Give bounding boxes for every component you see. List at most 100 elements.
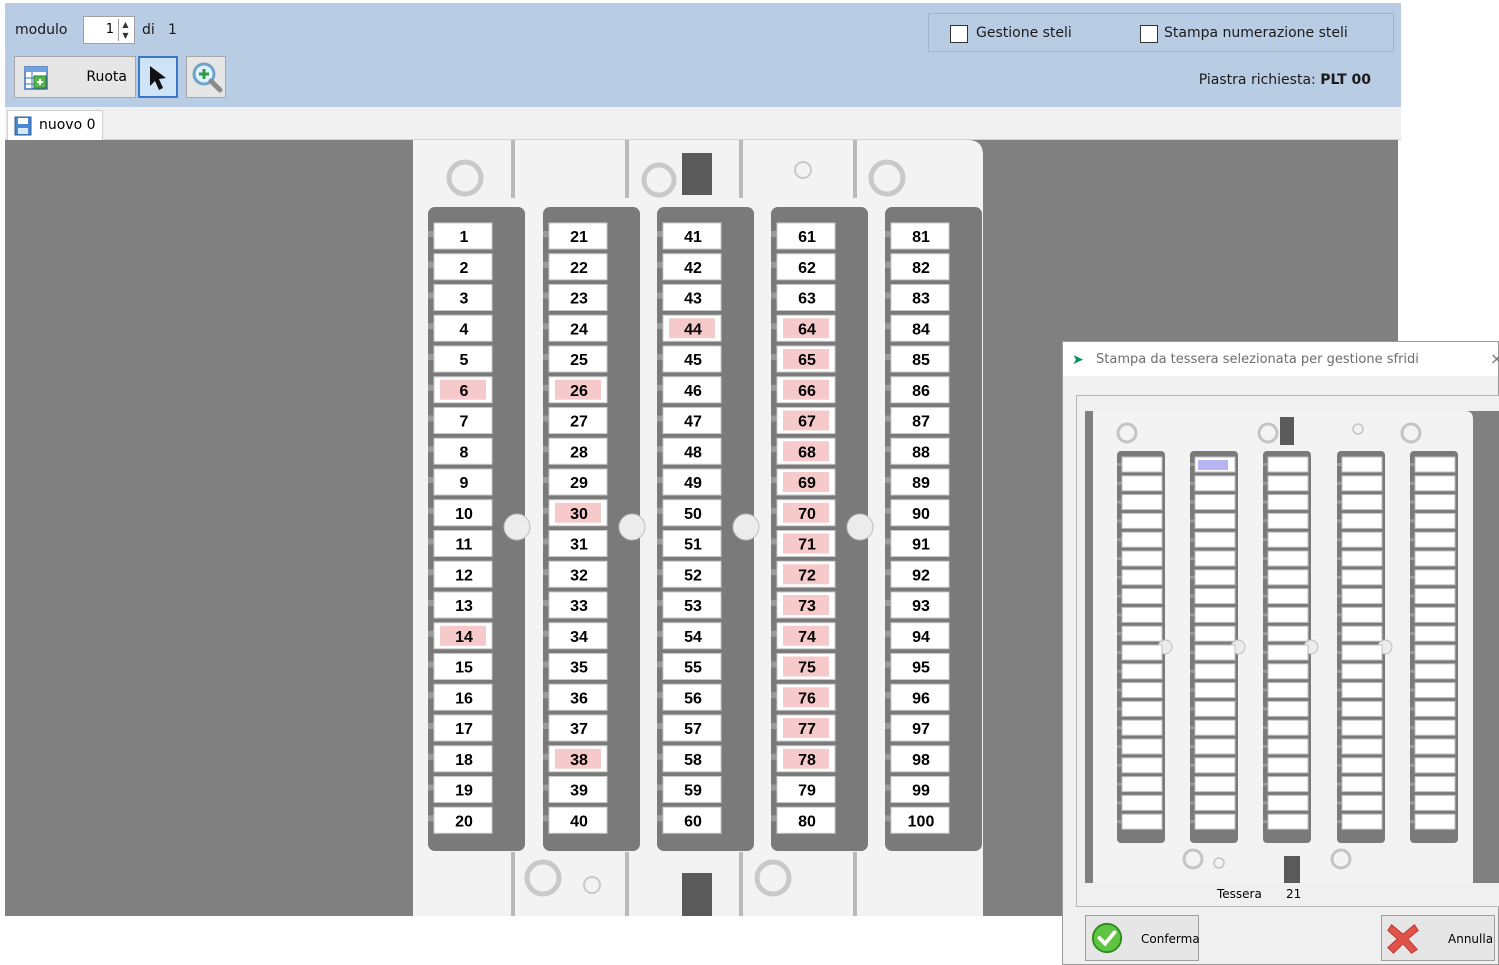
mini-tag-tile[interactable] (1341, 794, 1383, 811)
mini-tag-tile[interactable] (1121, 588, 1163, 605)
mini-tag-tile[interactable] (1414, 700, 1456, 717)
mini-tag-tile[interactable] (1341, 738, 1383, 755)
mini-tag-tile[interactable] (1414, 682, 1456, 699)
mini-tag-tile[interactable] (1121, 794, 1163, 811)
mini-tag-tile[interactable] (1341, 663, 1383, 680)
mini-tag-tile[interactable] (1267, 663, 1309, 680)
mini-tag-tile[interactable] (1341, 644, 1383, 661)
gestione-steli-checkbox[interactable] (950, 25, 968, 43)
mini-tag-tile[interactable] (1194, 531, 1236, 548)
cancel-button[interactable]: Annulla (1381, 915, 1495, 961)
mini-tag-tile[interactable] (1194, 550, 1236, 567)
mini-tag-tile[interactable] (1341, 475, 1383, 492)
mini-tag-tile[interactable] (1194, 625, 1236, 642)
mini-tag-tile[interactable] (1341, 588, 1383, 605)
mini-tag-tile[interactable] (1194, 794, 1236, 811)
mini-tag-tile[interactable] (1267, 682, 1309, 699)
mini-stem-column[interactable] (1410, 451, 1458, 843)
mini-tag-tile[interactable] (1414, 625, 1456, 642)
mini-tag-tile[interactable] (1121, 475, 1163, 492)
close-icon[interactable]: × (1490, 349, 1499, 368)
mini-tag-tile[interactable] (1414, 644, 1456, 661)
mini-tag-tile[interactable] (1267, 494, 1309, 511)
spinner-buttons[interactable]: ▲ ▼ (118, 19, 132, 41)
mini-tag-tile[interactable] (1267, 550, 1309, 567)
mini-tag-tile[interactable] (1121, 813, 1163, 830)
mini-tag-tile[interactable] (1267, 776, 1309, 793)
mini-tag-tile[interactable] (1194, 475, 1236, 492)
mini-tag-tile[interactable] (1341, 776, 1383, 793)
stem-column[interactable]: 81 82 83 84 85 86 87 88 89 90 91 92 93 94 95 96 97 98 99 10… (885, 207, 982, 851)
stampa-numerazione-checkbox[interactable] (1140, 25, 1158, 43)
mini-tag-tile[interactable] (1414, 794, 1456, 811)
mini-tag-tile[interactable] (1267, 738, 1309, 755)
mini-tag-tile[interactable] (1341, 550, 1383, 567)
mini-tag-tile[interactable] (1267, 757, 1309, 774)
mini-tag-tile[interactable] (1194, 776, 1236, 793)
mini-tag-tile[interactable] (1341, 682, 1383, 699)
mini-tag-tile[interactable] (1341, 700, 1383, 717)
mini-tag-tile[interactable] (1121, 494, 1163, 511)
stem-column[interactable]: 61 62 63 64 65 66 67 68 69 70 71 72 73 74 75 76 77 78 79 80 (771, 207, 874, 851)
mini-tag-tile[interactable] (1341, 719, 1383, 736)
stem-column[interactable]: 21 22 23 24 25 26 27 28 29 30 31 32 33 34 35 36 37 38 39 40 (543, 207, 646, 851)
mini-tag-tile[interactable] (1267, 700, 1309, 717)
mini-tag-tile[interactable] (1341, 813, 1383, 830)
mini-tag-tile[interactable] (1194, 682, 1236, 699)
mini-tag-tile[interactable] (1341, 456, 1383, 473)
mini-tag-tile[interactable] (1267, 475, 1309, 492)
mini-tag-tile[interactable] (1341, 569, 1383, 586)
mini-tag-tile[interactable] (1414, 776, 1456, 793)
mini-tag-tile[interactable] (1341, 512, 1383, 529)
mini-tag-tile[interactable] (1267, 569, 1309, 586)
modulo-value[interactable]: 1 (106, 22, 114, 37)
mini-tag-tile[interactable] (1267, 719, 1309, 736)
mini-tag-tile[interactable] (1194, 512, 1236, 529)
mini-tag-tile[interactable] (1121, 625, 1163, 642)
mini-tag-tile[interactable] (1341, 606, 1383, 623)
mini-tag-tile[interactable] (1341, 531, 1383, 548)
mini-tag-tile[interactable] (1341, 757, 1383, 774)
stampa-numerazione-label[interactable]: Stampa numerazione steli (1164, 25, 1348, 41)
mini-tag-tile[interactable] (1194, 719, 1236, 736)
mini-tag-tile[interactable] (1121, 700, 1163, 717)
mini-stem-column[interactable] (1337, 451, 1393, 843)
spinner-up-icon[interactable]: ▲ (119, 19, 132, 30)
mini-tag-tile[interactable] (1267, 813, 1309, 830)
mini-tag-tile[interactable] (1121, 644, 1163, 661)
mini-tag-tile[interactable] (1414, 663, 1456, 680)
stem-column[interactable]: 1234567891011121314151617181920 (428, 207, 531, 851)
mini-tag-tile[interactable] (1121, 719, 1163, 736)
mini-tag-tile[interactable] (1194, 569, 1236, 586)
mini-tag-tile[interactable] (1414, 813, 1456, 830)
mini-tag-tile[interactable] (1414, 456, 1456, 473)
mini-tag-tile[interactable] (1194, 700, 1236, 717)
mini-tag-tile[interactable] (1121, 606, 1163, 623)
zoom-tool-button[interactable] (186, 56, 226, 98)
mini-tag-tile[interactable] (1121, 569, 1163, 586)
mini-tag-tile[interactable] (1267, 456, 1309, 473)
mini-tag-tile[interactable] (1414, 494, 1456, 511)
mini-tag-tile[interactable] (1267, 512, 1309, 529)
mini-tag-tile[interactable] (1121, 738, 1163, 755)
mini-tag-tile[interactable] (1194, 757, 1236, 774)
mini-tag-tile[interactable] (1121, 682, 1163, 699)
mini-tag-tile[interactable] (1121, 663, 1163, 680)
mini-stem-column[interactable] (1190, 451, 1246, 843)
mini-tag-tile[interactable] (1121, 776, 1163, 793)
mini-tag-tile[interactable] (1414, 475, 1456, 492)
mini-tag-tile[interactable] (1414, 606, 1456, 623)
ruota-button[interactable]: Ruota (14, 56, 136, 98)
mini-tag-tile[interactable] (1194, 588, 1236, 605)
mini-tag-tile[interactable] (1267, 644, 1309, 661)
mini-tag-tile[interactable] (1194, 494, 1236, 511)
mini-tag-tile[interactable] (1194, 606, 1236, 623)
mini-tag-tile[interactable] (1121, 550, 1163, 567)
mini-tag-tile[interactable] (1267, 531, 1309, 548)
stem-column[interactable]: 41 42 43 44 45 46 47 48 49 50 51 52 53 54 55 56 57 58 59 60 (657, 207, 760, 851)
mini-tag-tile[interactable] (1414, 757, 1456, 774)
mini-tag-tile[interactable] (1267, 625, 1309, 642)
mini-stem-column[interactable] (1263, 451, 1319, 843)
mini-tag-tile[interactable] (1267, 606, 1309, 623)
mini-tag-tile[interactable] (1414, 569, 1456, 586)
